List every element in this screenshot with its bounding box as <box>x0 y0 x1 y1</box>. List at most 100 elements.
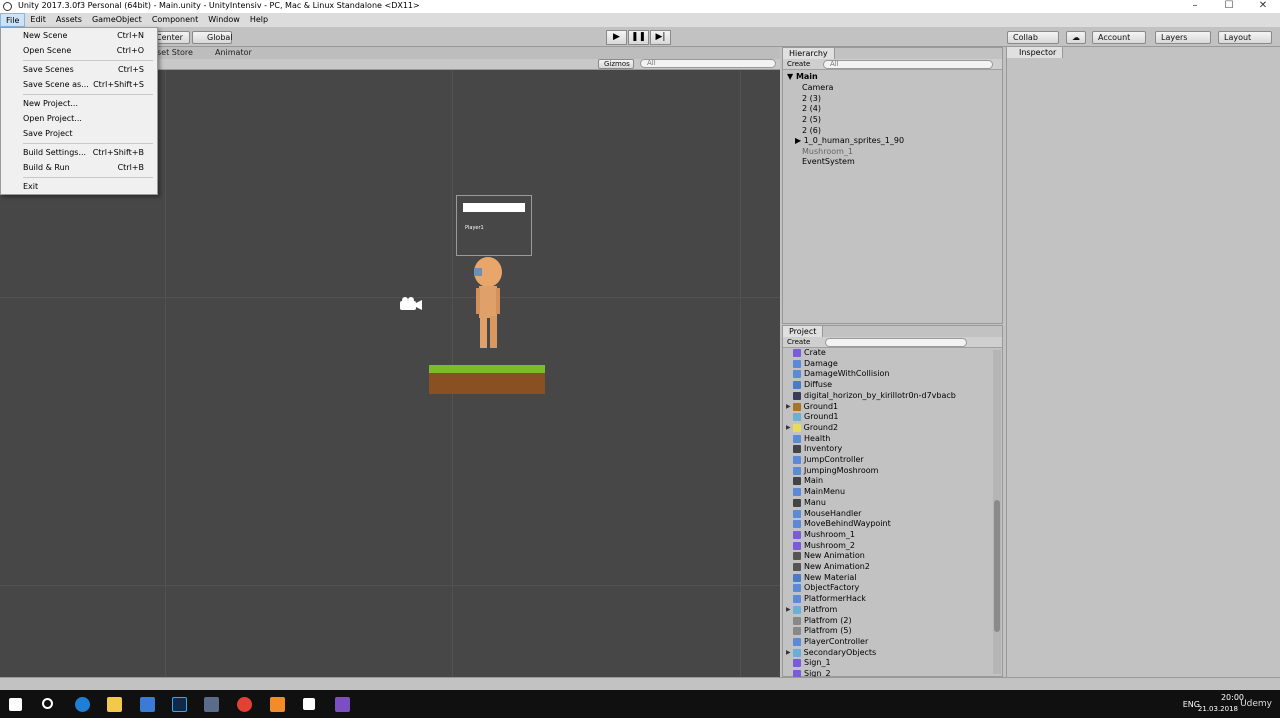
project-asset-item[interactable]: New Animation2 <box>793 562 870 572</box>
project-asset-item[interactable]: PlayerController <box>793 637 868 647</box>
photoshop-icon[interactable] <box>172 697 187 712</box>
layout-dropdown[interactable]: Layout <box>1218 31 1272 44</box>
project-asset-item[interactable]: Mushroom_2 <box>793 541 855 551</box>
step-button[interactable]: ▶| <box>650 30 671 45</box>
layers-dropdown[interactable]: Layers <box>1155 31 1211 44</box>
project-asset-item[interactable]: ▶ Ground1 <box>786 402 838 412</box>
project-asset-item[interactable]: JumpingMoshroom <box>793 466 878 476</box>
file-menu-item[interactable]: Open Project... <box>23 114 82 124</box>
project-asset-item[interactable]: Health <box>793 434 830 444</box>
chrome-icon[interactable] <box>237 697 252 712</box>
visual-studio-icon[interactable] <box>335 697 350 712</box>
asset-type-icon <box>793 563 801 571</box>
file-menu-item[interactable]: Build & Run <box>23 163 70 173</box>
scene-root[interactable]: ▼ Main <box>787 72 818 82</box>
hierarchy-item[interactable]: 2 (5) <box>802 115 821 125</box>
app-icon[interactable] <box>270 697 285 712</box>
project-asset-item[interactable]: ▶ Ground2 <box>786 423 838 433</box>
tab-project[interactable]: Project <box>783 326 824 337</box>
collapsed-triangle-icon[interactable]: ▶ <box>786 423 791 433</box>
project-asset-item[interactable]: Main <box>793 476 823 486</box>
global-toggle-button[interactable]: Global <box>192 31 233 44</box>
account-dropdown[interactable]: Account <box>1092 31 1146 44</box>
project-asset-item[interactable]: Manu <box>793 498 826 508</box>
file-menu-item[interactable]: Exit <box>23 182 38 192</box>
menu-window[interactable]: Window <box>203 13 245 27</box>
collapsed-triangle-icon[interactable]: ▶ <box>786 402 791 412</box>
menu-gameobject[interactable]: GameObject <box>87 13 147 27</box>
asset-type-icon <box>793 659 801 668</box>
hierarchy-item[interactable]: Camera <box>802 83 833 93</box>
collapsed-triangle-icon[interactable]: ▶ <box>786 605 791 615</box>
project-search-input[interactable] <box>825 338 967 347</box>
hierarchy-item[interactable]: 2 (6) <box>802 126 821 136</box>
windows-start-icon[interactable] <box>9 698 22 711</box>
project-asset-item[interactable]: MoveBehindWaypoint <box>793 519 891 529</box>
gizmos-dropdown[interactable]: Gizmos <box>598 59 634 69</box>
hierarchy-item-expandable[interactable]: ▶ 1_0_human_sprites_1_90 <box>795 136 904 146</box>
project-asset-item[interactable]: Inventory <box>793 444 842 454</box>
project-asset-item[interactable]: Damage <box>793 359 838 369</box>
project-asset-item[interactable]: New Material <box>793 573 857 583</box>
unity-taskbar-icon[interactable] <box>303 698 315 710</box>
search-icon[interactable] <box>42 698 53 709</box>
file-menu-item[interactable]: Open Scene <box>23 46 71 56</box>
project-asset-item[interactable]: Mushroom_1 <box>793 530 855 540</box>
cloud-button[interactable]: ☁ <box>1066 31 1086 44</box>
hierarchy-item-inactive[interactable]: Mushroom_1 <box>802 147 853 157</box>
project-asset-item[interactable]: Diffuse <box>793 380 832 390</box>
menu-help[interactable]: Help <box>245 13 273 27</box>
project-asset-item[interactable]: Platfrom (5) <box>793 626 852 636</box>
camera-gizmo-icon[interactable] <box>398 296 424 314</box>
file-menu-item[interactable]: Save Project <box>23 129 73 139</box>
scene-search-input[interactable]: All <box>640 59 776 68</box>
play-button[interactable]: ▶ <box>606 30 627 45</box>
project-scrollbar-thumb[interactable] <box>994 500 1000 632</box>
project-create-button[interactable]: Create <box>787 338 810 347</box>
hierarchy-item[interactable]: EventSystem <box>802 157 855 167</box>
tab-animator[interactable]: Animator <box>205 47 252 59</box>
file-menu-item[interactable]: Build Settings... <box>23 148 86 158</box>
project-asset-item[interactable]: Ground1 <box>793 412 839 422</box>
hierarchy-create-button[interactable]: Create <box>787 60 810 69</box>
project-asset-item[interactable]: ▶ Platfrom <box>786 605 837 615</box>
terminal-icon[interactable] <box>204 697 219 712</box>
maximize-button[interactable]: ☐ <box>1212 0 1246 13</box>
player-sprite[interactable] <box>468 256 510 352</box>
file-explorer-icon[interactable] <box>107 697 122 712</box>
project-asset-item[interactable]: ObjectFactory <box>793 583 859 593</box>
edge-browser-icon[interactable] <box>75 697 90 712</box>
project-asset-item[interactable]: JumpController <box>793 455 864 465</box>
collab-button[interactable]: Collab <box>1007 31 1059 44</box>
file-menu-item[interactable]: New Project... <box>23 99 78 109</box>
pause-button[interactable]: ❚❚ <box>628 30 649 45</box>
clock-date[interactable]: 21.03.2018 <box>1198 705 1238 713</box>
menu-assets[interactable]: Assets <box>51 13 87 27</box>
file-menu-item[interactable]: New Scene <box>23 31 67 41</box>
project-asset-item[interactable]: MouseHandler <box>793 509 861 519</box>
menu-file[interactable]: File <box>0 13 26 27</box>
project-asset-item[interactable]: digital_horizon_by_kirillotr0n-d7vbacb <box>793 391 956 401</box>
menu-component[interactable]: Component <box>147 13 203 27</box>
tab-inspector[interactable]: Inspector <box>1007 47 1064 58</box>
hierarchy-search-input[interactable]: All <box>823 60 993 69</box>
tab-hierarchy[interactable]: Hierarchy <box>783 48 835 59</box>
project-asset-item[interactable]: Crate <box>793 348 826 358</box>
file-menu-item[interactable]: Save Scene as... <box>23 80 89 90</box>
collapsed-triangle-icon[interactable]: ▶ <box>786 648 791 658</box>
hierarchy-item[interactable]: 2 (4) <box>802 104 821 114</box>
close-button[interactable]: ✕ <box>1246 0 1280 13</box>
project-asset-item[interactable]: DamageWithCollision <box>793 369 889 379</box>
project-asset-item[interactable]: New Animation <box>793 551 865 561</box>
file-menu-item[interactable]: Save Scenes <box>23 65 74 75</box>
project-asset-item[interactable]: Sign_1 <box>793 658 831 668</box>
menu-edit[interactable]: Edit <box>25 13 51 27</box>
project-asset-item[interactable]: Platfrom (2) <box>793 616 852 626</box>
project-asset-item[interactable]: ▶ SecondaryObjects <box>786 648 876 658</box>
store-icon[interactable] <box>140 697 155 712</box>
tab-asset-store[interactable]: set Store <box>157 47 193 59</box>
project-asset-item[interactable]: MainMenu <box>793 487 845 497</box>
minimize-button[interactable]: – <box>1178 0 1212 13</box>
project-asset-item[interactable]: PlatformerHack <box>793 594 866 604</box>
hierarchy-item[interactable]: 2 (3) <box>802 94 821 104</box>
